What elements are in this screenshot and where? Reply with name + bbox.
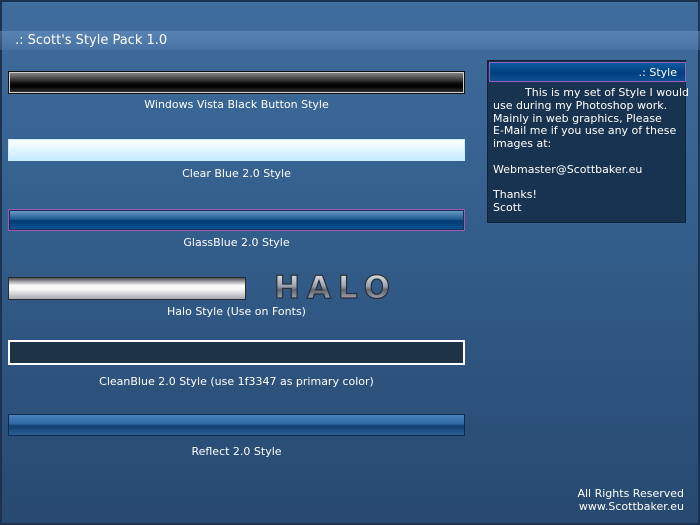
footer: All Rights Reserved www.Scottbaker.eu xyxy=(577,487,684,513)
halo-logo: HALO xyxy=(273,269,397,304)
email-link[interactable]: Webmaster@Scottbaker.eu xyxy=(493,163,685,177)
clear-blue-caption: Clear Blue 2.0 Style xyxy=(182,167,291,180)
reflect-caption: Reflect 2.0 Style xyxy=(191,445,282,458)
halo-caption: Halo Style (Use on Fonts) xyxy=(167,305,306,318)
vista-black-button-sample xyxy=(8,71,465,94)
reflect-sample xyxy=(8,414,465,436)
page-title: .: Scott's Style Pack 1.0 xyxy=(15,33,168,48)
info-line: Thanks! xyxy=(493,188,537,202)
copyright-text: All Rights Reserved xyxy=(577,487,684,500)
glassblue-caption: GlassBlue 2.0 Style xyxy=(183,236,290,249)
info-signature: Scott xyxy=(493,201,522,215)
clear-blue-sample xyxy=(8,139,465,161)
info-line: use during my Photoshop work. xyxy=(493,98,668,112)
glassblue-sample xyxy=(8,209,465,231)
style-info-header: .: Style xyxy=(489,62,686,82)
style-info-panel: .: Style This is my set of Style I would… xyxy=(487,60,689,223)
cleanblue-caption: CleanBlue 2.0 Style (use 1f3347 as prima… xyxy=(99,375,374,388)
halo-sample xyxy=(8,277,246,300)
cleanblue-sample xyxy=(8,340,465,365)
vista-caption: Windows Vista Black Button Style xyxy=(144,98,329,111)
info-line: This is my set of Style I would xyxy=(525,86,689,99)
style-info-body: This is my set of Style I would use duri… xyxy=(493,86,689,215)
website-link[interactable]: www.Scottbaker.eu xyxy=(577,500,684,513)
style-info-heading: .: Style xyxy=(638,66,677,79)
info-line: images at: xyxy=(493,137,552,151)
halo-logo-text: HALO xyxy=(274,270,397,304)
